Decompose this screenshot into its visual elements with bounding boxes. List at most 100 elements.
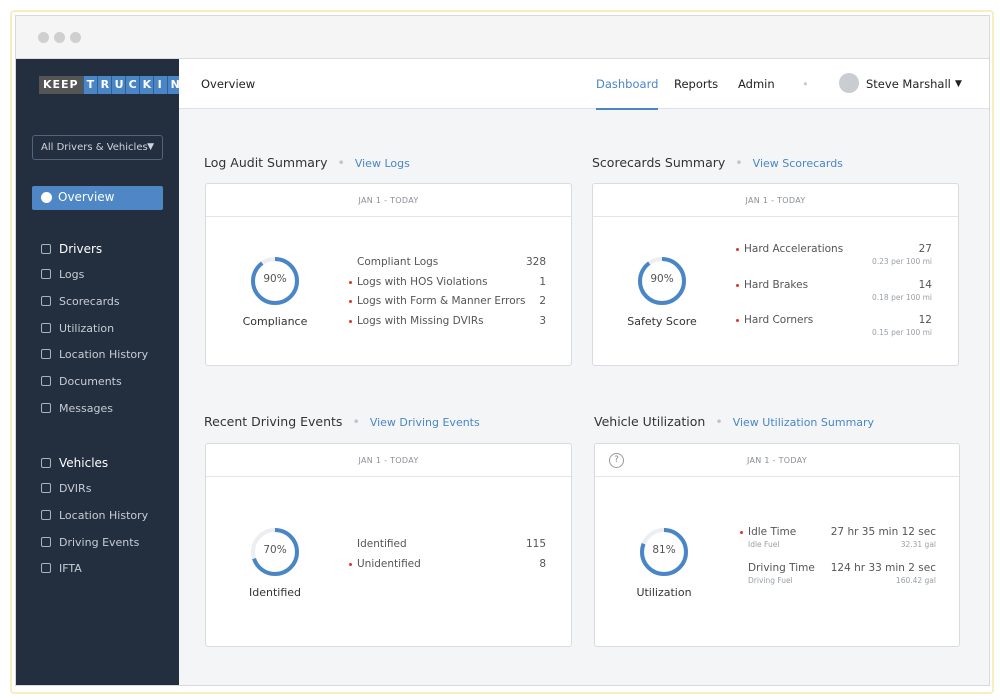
page-title: Overview bbox=[201, 77, 256, 91]
list-item[interactable]: Logs with HOS Violations 1 bbox=[349, 275, 546, 288]
tab-dashboard[interactable]: Dashboard bbox=[596, 77, 659, 110]
sidebar-item-label: DVIRs bbox=[59, 482, 92, 495]
logo-letter: T bbox=[82, 76, 97, 94]
keeptruckin-logo[interactable]: KEEP T R U C K I N bbox=[39, 76, 181, 94]
list-item[interactable]: Hard Corners 12 0.15 per 100 mi bbox=[736, 314, 932, 337]
sidebar-item-label: Location History bbox=[59, 508, 149, 522]
row-label: Logs with Form & Manner Errors bbox=[357, 295, 526, 307]
fuel: 32.31 gal bbox=[900, 540, 936, 549]
duration: 27 hr 35 min 12 sec bbox=[830, 526, 936, 538]
nav-item-icon bbox=[41, 536, 51, 547]
sidebar-item[interactable]: IFTA bbox=[41, 562, 82, 575]
donut-label: Utilization bbox=[636, 585, 692, 599]
alert-dot bbox=[736, 248, 739, 251]
sidebar-item-label: Driving Events bbox=[59, 535, 140, 549]
fuel: 160.42 gal bbox=[895, 575, 936, 585]
date-range: JAN 1 - TODAY bbox=[206, 444, 571, 477]
user-menu[interactable]: Steve Marshall bbox=[866, 77, 951, 91]
caret-down-icon: ▼ bbox=[147, 142, 154, 152]
sidebar: KEEP T R U C K I N All Drivers & Vehicle… bbox=[16, 59, 181, 685]
list-item[interactable]: Logs with Form & Manner Errors 2 bbox=[349, 295, 546, 307]
list-item[interactable]: Logs with Missing DVIRs 3 bbox=[349, 314, 546, 327]
scorecards-link[interactable]: View Scorecards bbox=[753, 157, 843, 170]
list-item[interactable]: Unidentified 8 bbox=[349, 557, 546, 570]
alert-dot bbox=[349, 319, 352, 323]
row-label: Hard Accelerations bbox=[744, 243, 844, 255]
sidebar-item-label: Scorecards bbox=[59, 294, 120, 308]
minimize-window-button[interactable] bbox=[54, 32, 65, 43]
count: 14 bbox=[918, 278, 932, 291]
vehicles-icon bbox=[41, 458, 51, 468]
section-label: Drivers bbox=[59, 242, 103, 256]
row-value: 12 0.15 per 100 mi bbox=[872, 314, 932, 338]
percent-value: 90% bbox=[650, 273, 674, 285]
list-item[interactable]: Driving Time Driving Fuel 124 hr 33 min 2 … bbox=[748, 562, 936, 586]
sidebar-item[interactable]: DVIRs bbox=[41, 482, 91, 495]
sidebar-item[interactable]: Location History bbox=[41, 348, 148, 361]
row-label: Logs with Missing DVIRs bbox=[357, 314, 484, 327]
nav-item-icon bbox=[41, 376, 51, 387]
list-item[interactable]: Compliant Logs 328 bbox=[357, 256, 546, 268]
sidebar-item[interactable]: Documents bbox=[41, 375, 122, 388]
logo-letter: K bbox=[138, 76, 153, 94]
gauge-icon bbox=[41, 192, 52, 203]
row-label: Hard Brakes bbox=[744, 278, 809, 291]
sidebar-item-label: Logs bbox=[59, 268, 85, 281]
list-item[interactable]: Hard Accelerations 27 0.23 per 100 mi bbox=[736, 243, 932, 266]
browser-window: KEEP T R U C K I N All Drivers & Vehicle… bbox=[15, 15, 990, 686]
sidebar-item-label: Documents bbox=[59, 375, 122, 389]
list-item[interactable]: Hard Brakes 14 0.18 per 100 mi bbox=[736, 278, 932, 302]
row-sublabel: Driving Fuel bbox=[748, 575, 793, 585]
log_audit-link[interactable]: View Logs bbox=[355, 157, 410, 170]
list-item[interactable]: Idle Time Idle Fuel 27 hr 35 min 12 sec 32.… bbox=[740, 526, 936, 550]
scorecards-card: JAN 1 - TODAY 90% Safety Score Hard Acceler… bbox=[592, 183, 959, 366]
tab-admin[interactable]: Admin bbox=[738, 77, 775, 91]
nav-item-icon bbox=[41, 509, 51, 520]
logo-letter: I bbox=[152, 76, 167, 94]
row-label: Identified bbox=[357, 538, 407, 550]
close-window-button[interactable] bbox=[38, 32, 49, 43]
row-sublabel: Idle Fuel bbox=[748, 540, 780, 549]
row-label: Driving Time bbox=[748, 561, 815, 574]
row-value: 328 bbox=[525, 256, 546, 268]
utilization-link[interactable]: View Utilization Summary bbox=[733, 416, 874, 429]
count: 27 bbox=[918, 243, 932, 255]
driving_events-link[interactable]: View Driving Events bbox=[370, 416, 480, 429]
nav-item-icon bbox=[41, 403, 51, 413]
alert-dot bbox=[349, 280, 352, 284]
sidebar-item[interactable]: Location History bbox=[41, 509, 148, 522]
row-value: 1 bbox=[539, 275, 546, 288]
avatar[interactable] bbox=[839, 73, 859, 93]
section-heading: Scorecards Summary bbox=[592, 155, 726, 170]
sidebar-item[interactable]: Logs bbox=[41, 268, 84, 281]
driving_events-donut: 70% Identified bbox=[230, 525, 320, 599]
logo-letter: C bbox=[124, 76, 139, 94]
scorecards-donut: 90% Safety Score bbox=[617, 254, 707, 328]
sidebar-section-vehicles[interactable]: Vehicles bbox=[41, 456, 108, 470]
section-heading: Log Audit Summary bbox=[204, 155, 328, 170]
sidebar-item-label: IFTA bbox=[59, 562, 82, 576]
maximize-window-button[interactable] bbox=[70, 32, 81, 43]
percent-value: 70% bbox=[263, 543, 287, 556]
percent-value: 90% bbox=[263, 273, 287, 285]
list-item[interactable]: Identified 115 bbox=[357, 538, 546, 550]
sidebar-item-overview[interactable]: Overview bbox=[32, 186, 163, 210]
driver-vehicle-filter-dropdown[interactable]: All Drivers & Vehicles ▼ bbox=[32, 135, 163, 160]
donut-label: Identified bbox=[248, 585, 301, 599]
nav-item-icon bbox=[41, 322, 51, 333]
help-icon[interactable]: ? bbox=[609, 453, 624, 468]
tab-reports[interactable]: Reports bbox=[674, 77, 718, 91]
caret-down-icon[interactable]: ▼ bbox=[955, 79, 962, 89]
sidebar-item[interactable]: Messages bbox=[41, 402, 113, 415]
row-value: 8 bbox=[539, 557, 546, 570]
sidebar-item[interactable]: Scorecards bbox=[41, 295, 120, 308]
row-label: Compliant Logs bbox=[357, 256, 439, 268]
log_audit-section-title: Log Audit Summary • View Logs bbox=[204, 155, 410, 170]
sidebar-item[interactable]: Utilization bbox=[41, 322, 114, 335]
date-range: JAN 1 - TODAY bbox=[593, 184, 958, 217]
row-value: 3 bbox=[539, 314, 546, 327]
percent-value: 81% bbox=[652, 543, 676, 556]
utilization-card: JAN 1 - TODAY? 81% Utilization Idle Time Idl… bbox=[594, 443, 960, 647]
sidebar-item[interactable]: Driving Events bbox=[41, 536, 139, 549]
sidebar-section-drivers[interactable]: Drivers bbox=[41, 242, 102, 256]
